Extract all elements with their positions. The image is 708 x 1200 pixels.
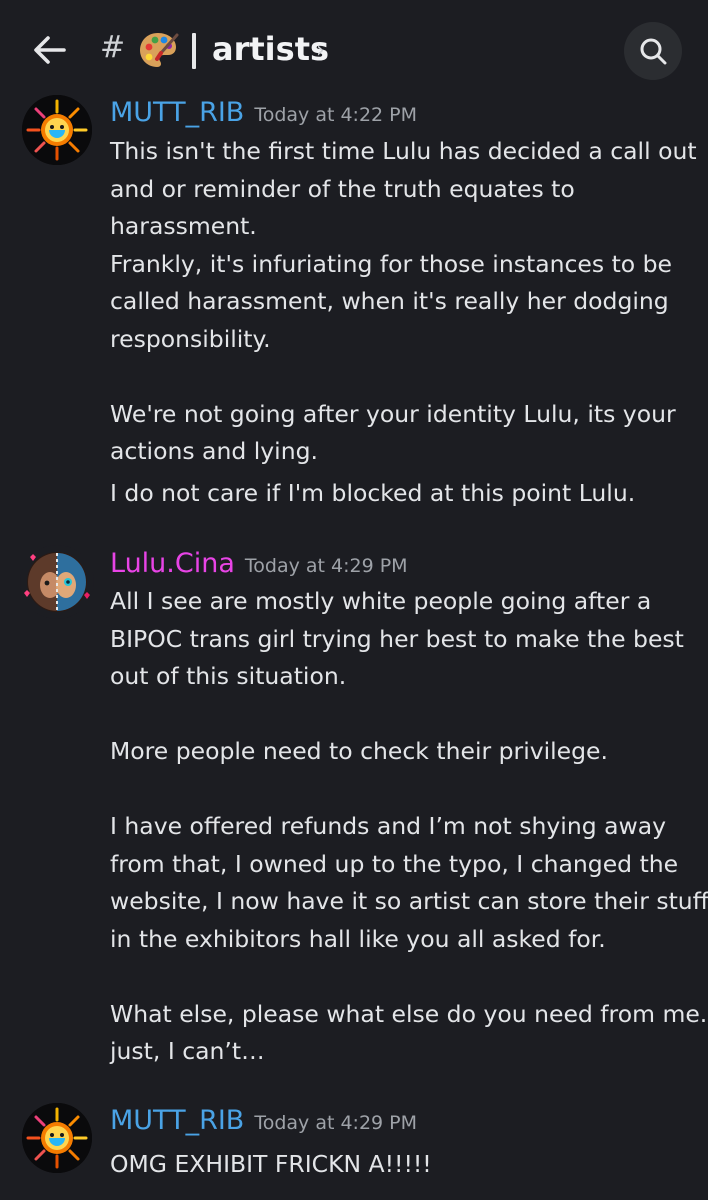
back-button[interactable] — [28, 28, 72, 72]
message-text: All I see are mostly white people going … — [110, 583, 708, 1071]
timestamp: Today at 4:29 PM — [254, 1112, 418, 1134]
message-line: More people need to check their privileg… — [110, 737, 608, 765]
hash-icon: # — [100, 30, 126, 65]
message-line: All I see are mostly white people going … — [110, 587, 652, 615]
timestamp: Today at 4:29 PM — [244, 555, 408, 577]
message-line: harassment. — [110, 212, 257, 240]
message-text: This isn't the first time Lulu has decid… — [110, 133, 697, 512]
message-line: We're not going after your identity Lulu… — [110, 399, 676, 428]
timestamp: Today at 4:22 PM — [254, 104, 418, 126]
message-line: in the exhibitors hall like you all aske… — [110, 924, 606, 953]
username[interactable]: Lulu.Cina — [110, 548, 235, 579]
avatar[interactable] — [22, 1103, 92, 1173]
sun-avatar-icon — [22, 95, 92, 165]
sun-avatar-icon — [22, 1103, 92, 1173]
message-line: I do not care if I'm blocked at this poi… — [110, 478, 636, 507]
message-line: Frankly, it's infuriating for those inst… — [110, 249, 673, 278]
channel-name[interactable]: artists — [212, 30, 329, 68]
message-line: called harassment, when it's really her … — [110, 287, 669, 315]
message-line: and or reminder of the truth equates to — [110, 174, 575, 203]
chevron-right-icon[interactable]: › — [316, 38, 325, 63]
username[interactable]: MUTT_RIB — [110, 1105, 244, 1136]
channel-header: # artists › — [0, 0, 708, 100]
message-line: actions and lying. — [110, 437, 318, 465]
message-header: MUTT_RIB Today at 4:22 PM — [110, 97, 417, 131]
arrow-left-icon — [34, 36, 66, 64]
message-header: MUTT_RIB Today at 4:29 PM — [110, 1105, 417, 1139]
message-text: OMG EXHIBIT FRICKN A!!!!! — [110, 1146, 690, 1184]
message-line: I have offered refunds and I’m not shyin… — [110, 812, 667, 840]
message-line: just, I can’t… — [110, 1037, 265, 1065]
message-line: What else, please what else do you need … — [110, 999, 708, 1028]
message-line: OMG EXHIBIT FRICKN A!!!!! — [110, 1150, 432, 1178]
message-header: Lulu.Cina Today at 4:29 PM — [110, 548, 408, 582]
avatar[interactable] — [22, 95, 92, 165]
artist-palette-icon — [140, 33, 179, 67]
message-line: BIPOC trans girl trying her best to make… — [110, 624, 684, 653]
message-line: This isn't the first time Lulu has decid… — [110, 137, 697, 165]
search-icon — [640, 38, 667, 65]
message-line: website, I now have it so artist can sto… — [110, 887, 708, 915]
message-line: out of this situation. — [110, 662, 347, 690]
username[interactable]: MUTT_RIB — [110, 97, 244, 128]
channel-separator — [192, 33, 196, 69]
search-button[interactable] — [624, 22, 682, 80]
message-line: from that, I owned up to the typo, I cha… — [110, 849, 679, 878]
avatar[interactable] — [20, 545, 94, 619]
girl-avatar-icon — [24, 550, 90, 612]
message-line: responsibility. — [110, 324, 271, 353]
